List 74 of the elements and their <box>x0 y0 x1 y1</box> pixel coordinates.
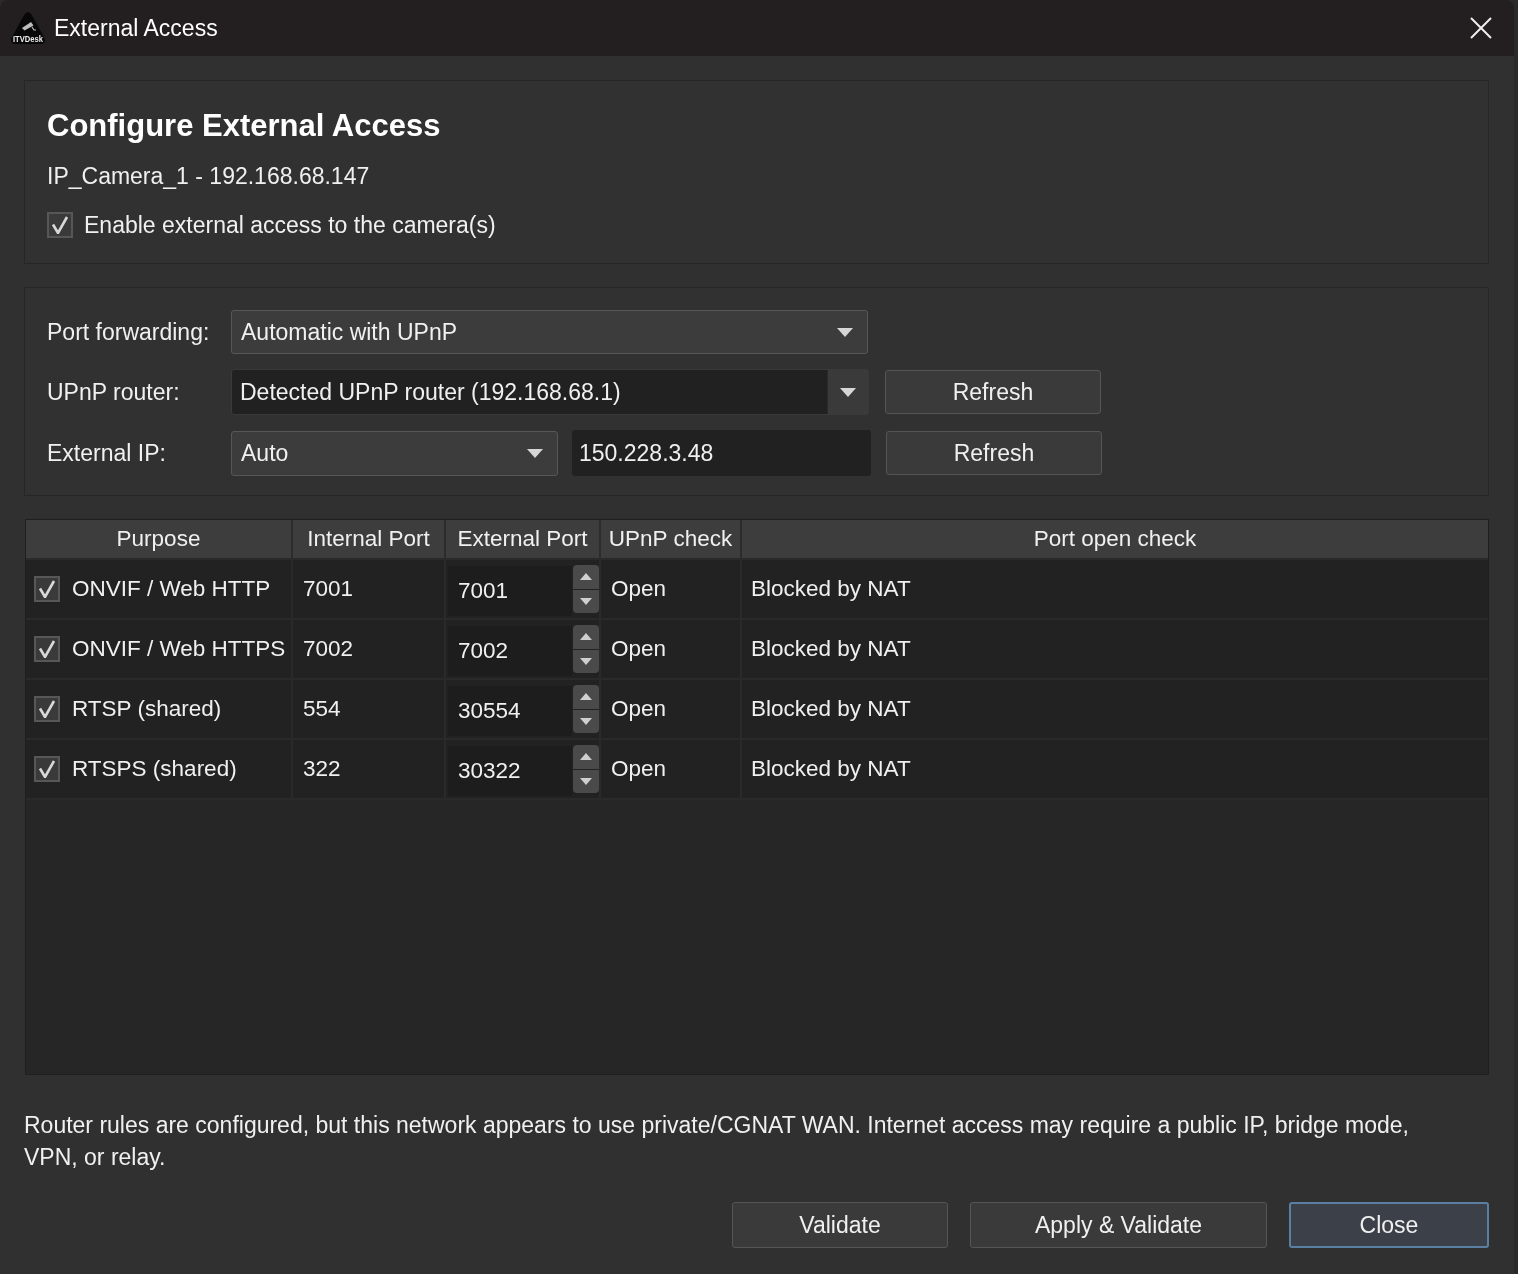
spin-down-button[interactable] <box>573 649 599 673</box>
dropdown-button[interactable] <box>827 370 868 414</box>
checkbox-label: Enable external access to the camera(s) <box>84 211 496 240</box>
caret-icon <box>840 387 856 397</box>
table-cell: Open <box>611 576 667 602</box>
checkbox[interactable] <box>34 636 60 662</box>
field-label: UPnP router: <box>47 378 181 406</box>
down-triangle-icon <box>580 657 593 665</box>
table-cell: ONVIF / Web HTTPS <box>72 636 286 662</box>
status-message: Router rules are configured, but this network appears to use private/CGNAT WAN. Internet access may require a public IP, bridge mode, VPN, or relay. <box>24 1111 1410 1172</box>
checkbox[interactable] <box>34 576 60 602</box>
dropdown[interactable]: Automatic with UPnP <box>231 310 868 354</box>
refresh-button[interactable]: Refresh <box>886 431 1102 475</box>
up-triangle-icon <box>580 753 593 761</box>
caret-icon <box>837 327 853 337</box>
checkmark-icon <box>38 580 56 598</box>
table-cell: RTSPS (shared) <box>72 756 237 782</box>
window-title: External Access <box>54 14 218 42</box>
dropdown[interactable]: Auto <box>231 430 558 476</box>
close-button[interactable]: Close <box>1289 1202 1489 1248</box>
app-logo: ITVDesk <box>10 11 46 45</box>
port-field[interactable]: 7002 <box>448 626 573 676</box>
column-header[interactable]: Internal Port <box>293 520 446 558</box>
column-header[interactable]: UPnP check <box>601 520 742 558</box>
port-field[interactable]: 30554 <box>448 686 573 736</box>
device-label: IP_Camera_1 - 192.168.68.147 <box>47 162 370 191</box>
checkmark-icon <box>38 640 56 658</box>
caret-icon <box>527 448 543 458</box>
spin-up-button[interactable] <box>573 625 599 649</box>
checkbox[interactable] <box>34 696 60 722</box>
spin-up-button[interactable] <box>573 565 599 589</box>
up-triangle-icon <box>580 693 593 701</box>
down-triangle-icon <box>580 597 593 605</box>
close-icon <box>1470 17 1492 39</box>
table-cell: Open <box>611 636 667 662</box>
table-cell: Blocked by NAT <box>751 576 911 602</box>
down-triangle-icon <box>580 777 593 785</box>
refresh-button[interactable]: Refresh <box>885 370 1101 414</box>
up-triangle-icon <box>580 573 593 581</box>
port-field[interactable]: 7001 <box>448 566 573 616</box>
checkmark-icon <box>38 700 56 718</box>
validate-button[interactable]: Validate <box>732 1202 948 1248</box>
up-triangle-icon <box>580 633 593 641</box>
checkbox[interactable] <box>34 756 60 782</box>
spin-down-button[interactable] <box>573 709 599 733</box>
apply-button[interactable]: Apply & Validate <box>970 1202 1267 1248</box>
field-label: Port forwarding: <box>47 318 211 346</box>
table-cell: 7001 <box>303 576 354 602</box>
combobox[interactable]: Detected UPnP router (192.168.68.1) <box>231 369 869 415</box>
table-cell: 554 <box>303 696 341 722</box>
table-cell: RTSP (shared) <box>72 696 222 722</box>
table-cell: ONVIF / Web HTTP <box>72 576 271 602</box>
down-triangle-icon <box>580 717 593 725</box>
spin-up-button[interactable] <box>573 685 599 709</box>
spin-down-button[interactable] <box>573 769 599 793</box>
table-cell: Open <box>611 756 667 782</box>
table-cell: Blocked by NAT <box>751 636 911 662</box>
checkmark-icon <box>38 760 56 778</box>
panel-title: Configure External Access <box>47 107 441 145</box>
spin-down-button[interactable] <box>573 589 599 613</box>
table-cell: Blocked by NAT <box>751 756 911 782</box>
column-header[interactable]: External Port <box>446 520 601 558</box>
table-cell: 322 <box>303 756 341 782</box>
port-field[interactable]: 30322 <box>448 746 573 796</box>
checkmark-icon <box>51 216 69 234</box>
column-header[interactable]: Port open check <box>742 520 1488 558</box>
checkbox[interactable] <box>47 212 73 238</box>
field-label: External IP: <box>47 439 167 467</box>
spin-up-button[interactable] <box>573 745 599 769</box>
table-cell: Open <box>611 696 667 722</box>
table-cell: Blocked by NAT <box>751 696 911 722</box>
column-header[interactable]: Purpose <box>26 520 293 558</box>
text-field[interactable]: 150.228.3.48 <box>572 430 871 476</box>
table-cell: 7002 <box>303 636 354 662</box>
